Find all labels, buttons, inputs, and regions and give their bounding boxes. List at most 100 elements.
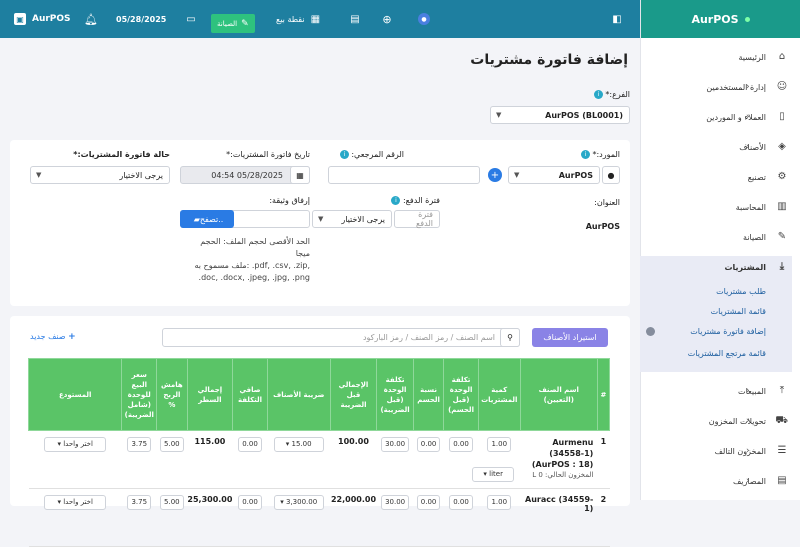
cost-before-tax-input[interactable]: 30.00 — [381, 495, 410, 510]
supplier-user-icon[interactable]: ● — [602, 166, 620, 184]
margin-cell: 5.00 — [156, 430, 188, 489]
supplier-label-text: المورد:* — [592, 150, 620, 159]
unit-select[interactable]: liter ▾ — [472, 467, 515, 482]
user-menu-icon[interactable]: ● — [417, 0, 431, 38]
sidebar-item-manufacturing[interactable]: ⚙ تصنيع — [640, 162, 800, 192]
sell-price-input[interactable]: 3.75 — [127, 495, 152, 510]
sidebar-item-sales[interactable]: ⤒ المبيعات ‹ — [640, 376, 800, 406]
cost-before-discount-cell: 0.00 — [443, 488, 479, 547]
maintenance-button[interactable]: الصيانة ✎ — [211, 14, 255, 33]
margin-input[interactable]: 5.00 — [160, 495, 184, 510]
sidebar-item-products[interactable]: ◈ الأصناف ‹ — [640, 132, 800, 162]
tax-value: 15.00 — [291, 440, 312, 448]
net-cost-input[interactable]: 0.00 — [238, 495, 262, 510]
home-icon: ▣ — [14, 13, 26, 25]
caret-down-icon: ▼ — [36, 171, 42, 179]
net-cost-cell: 0.00 — [232, 430, 268, 489]
tax-select[interactable]: 15.00 ▾ — [273, 437, 324, 452]
sidebar-item-users[interactable]: ☺ إدارة المستخدمين ‹ — [640, 72, 800, 102]
cash-icon[interactable]: ▭ — [184, 0, 198, 38]
margin-input[interactable]: 5.00 — [160, 437, 184, 452]
cost-before-tax-cell: 30.00 — [376, 430, 414, 489]
cost-before-discount-input[interactable]: 0.00 — [449, 495, 473, 510]
new-item-label: صنف جديد — [30, 332, 66, 341]
discount-input[interactable]: 0.00 — [416, 437, 441, 452]
truck-icon: ⛟ — [775, 415, 788, 426]
qty-input[interactable]: 1.00 — [487, 495, 512, 510]
net-cost-cell: 0.00 — [232, 488, 268, 547]
supplier-select[interactable]: AurPOS ▼ — [508, 166, 600, 184]
discount-cell: 0.00 — [413, 488, 444, 547]
receipt-icon: ▤ — [777, 475, 787, 486]
wrench-icon: ✎ — [241, 18, 249, 29]
bell-icon[interactable]: 🔔︎ — [84, 0, 98, 38]
grid-icon: ▦ — [310, 13, 321, 25]
calendar-icon[interactable]: ▦ — [290, 166, 310, 184]
col-net-cost: صافي التكلفة — [232, 358, 268, 431]
sidebar-sub-purchases-list[interactable]: قائمة المشتريات — [640, 300, 792, 322]
sidebar: AurPOS ⌂ الرئيسية ☺ إدارة المستخدمين ‹ ▯ الع… — [640, 0, 800, 500]
total-before-tax: 100.00 — [330, 430, 377, 489]
chevron-left-icon: ‹ — [746, 386, 750, 396]
browse-button[interactable]: ▰ تصفح.. — [180, 210, 234, 228]
sidebar-brand[interactable]: AurPOS — [641, 0, 800, 38]
col-tax: ضريبة الأصناف — [266, 358, 331, 431]
sidebar-item-accounting[interactable]: ▥ المحاسبة — [640, 192, 800, 222]
tax-select[interactable]: 3,300.00 ▾ — [273, 495, 324, 510]
net-cost-input[interactable]: 0.00 — [238, 437, 262, 452]
qty-input[interactable]: 1.00 — [487, 437, 512, 452]
pay-term-input[interactable]: فترة الدفع — [394, 210, 440, 228]
caret-down-icon: ▼ — [496, 111, 502, 119]
col-sell-price: سعر البيع للوحدة (شامل الضريبة) — [121, 358, 158, 431]
warehouse-select[interactable]: اختر واحدا ▾ — [44, 437, 107, 452]
add-circle-icon[interactable]: ⊕ — [380, 0, 394, 38]
col-discount: نسبة الحسم — [412, 358, 445, 431]
sell-price-input[interactable]: 3.75 — [127, 437, 152, 452]
info-icon[interactable]: i — [391, 196, 401, 205]
cost-before-tax-input[interactable]: 30.00 — [381, 437, 410, 452]
product-search-input[interactable]: اسم الصنف / رمز الصنف / رمز الباركود — [162, 328, 520, 347]
sidebar-sub-add-purchase[interactable]: إضافة فاتورة مشتريات — [640, 320, 792, 342]
info-icon[interactable]: i — [580, 150, 590, 159]
discount-input[interactable]: 0.00 — [416, 495, 441, 510]
status-select[interactable]: يرجى الاختيار ▼ — [30, 166, 170, 184]
cost-before-discount-input[interactable]: 0.00 — [449, 437, 473, 452]
import-products-button[interactable]: استيراد الأصناف — [532, 328, 608, 347]
sidebar-item-damaged-stock[interactable]: ☰ المخزون التالف ‹ — [640, 436, 800, 466]
users-icon: ☺ — [776, 81, 788, 92]
row-num: 2 — [597, 488, 610, 547]
sidebar-item-stock-transfers[interactable]: ⛟ تحويلات المخزون ‹ — [640, 406, 800, 436]
calculator-icon[interactable]: ▤ — [348, 0, 362, 38]
info-icon[interactable]: i — [593, 90, 603, 99]
col-margin: هامش الربح % — [156, 358, 188, 431]
address-book-icon: ▯ — [779, 111, 785, 122]
branch-select[interactable]: AurPOS (BL0001) ▼ — [490, 106, 630, 124]
sidebar-item-contacts[interactable]: ▯ العملاء و الموردين ‹ — [640, 102, 800, 132]
info-icon[interactable]: i — [339, 150, 349, 159]
new-item-link[interactable]: + صنف جديد — [30, 332, 76, 342]
pay-term-label-text: فترة الدفع: — [402, 196, 440, 205]
warehouse-select[interactable]: اختر واحدا ▾ — [44, 495, 107, 510]
pos-button[interactable]: ▦ نقطة بيع — [276, 0, 320, 38]
sidebar-toggle-icon[interactable]: ◧ — [610, 0, 624, 38]
chevron-left-icon: ‹ — [746, 416, 750, 426]
gear-icon: ⚙ — [777, 171, 787, 182]
sidebar-item-purchases[interactable]: ⤓ المشتريات ⌄ — [640, 252, 800, 282]
top-bar: ▣ AurPOS 🔔︎ 05/28/2025 ▭ الصيانة ✎ ▦ نقط… — [0, 0, 640, 38]
sidebar-sub-label: طلب مشتريات — [716, 286, 766, 296]
table-row: 1 Aurmenu (34558-1) (AurPOS : 18) المخزو… — [28, 430, 610, 489]
sidebar-item-expenses[interactable]: ▤ المصاريف ‹ — [640, 466, 800, 496]
sidebar-item-home[interactable]: ⌂ الرئيسية — [640, 42, 800, 72]
app-brand-top[interactable]: ▣ AurPOS — [14, 0, 71, 38]
add-supplier-button[interactable]: + — [488, 168, 502, 182]
pay-term-select[interactable]: يرجى الاختيار ▼ — [312, 210, 392, 228]
sidebar-item-maintenance[interactable]: ✎ الصيانة — [640, 222, 800, 252]
search-icon[interactable]: ⚲ — [500, 328, 520, 347]
pay-term-select-value: يرجى الاختيار — [341, 214, 385, 224]
sidebar-sub-label: قائمة المشتريات — [710, 306, 766, 316]
sidebar-sub-purchase-returns[interactable]: قائمة مرتجع المشتريات — [640, 342, 792, 364]
sidebar-sub-purchase-request[interactable]: طلب مشتريات — [640, 280, 792, 302]
sidebar-item-label: تحويلات المخزون — [708, 416, 766, 426]
reference-input[interactable] — [328, 166, 480, 184]
tax-value: 3,300.00 — [285, 498, 318, 506]
